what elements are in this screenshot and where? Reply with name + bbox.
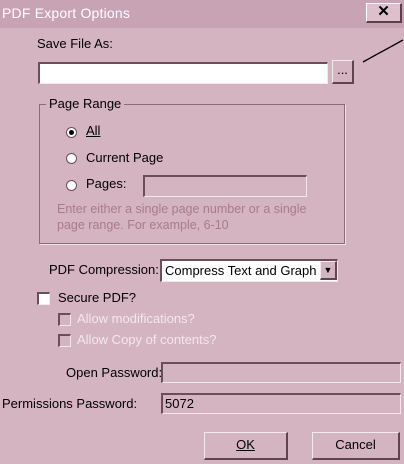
allow-copy-label: Allow Copy of contents?: [77, 332, 217, 347]
radio-all-label[interactable]: All: [86, 123, 100, 138]
permissions-password-value: 5072: [165, 396, 194, 411]
allow-copy-checkbox[interactable]: [58, 334, 71, 347]
cancel-label: Cancel: [335, 437, 376, 452]
window-title: PDF Export Options: [2, 5, 131, 21]
radio-selected-dot: [69, 130, 74, 135]
radio-all[interactable]: [66, 127, 77, 138]
cancel-button[interactable]: Cancel: [312, 432, 400, 460]
pointer-line: [362, 39, 404, 63]
dropdown-button[interactable]: ▼: [320, 261, 337, 280]
close-icon: ✕: [377, 3, 390, 20]
open-password-label: Open Password:: [66, 365, 163, 380]
allow-modifications-checkbox[interactable]: [58, 313, 71, 326]
open-password-input[interactable]: [161, 362, 401, 383]
radio-pages-label[interactable]: Pages:: [86, 176, 126, 191]
radio-current-page[interactable]: [66, 153, 77, 164]
chevron-down-icon: ▼: [323, 265, 333, 275]
page-range-title: Page Range: [46, 96, 125, 111]
allow-modifications-label: Allow modifications?: [77, 311, 195, 326]
page-range-hint: Enter either a single page number or a s…: [57, 202, 307, 232]
permissions-password-input[interactable]: 5072: [161, 393, 401, 414]
radio-current-page-label[interactable]: Current Page: [86, 150, 163, 165]
ok-button[interactable]: OK: [204, 432, 288, 460]
pages-input[interactable]: [143, 175, 307, 197]
permissions-password-label: Permissions Password:: [2, 396, 138, 411]
save-file-label: Save File As:: [37, 36, 113, 51]
secure-pdf-label[interactable]: Secure PDF?: [58, 290, 136, 305]
close-button[interactable]: ✕: [366, 3, 402, 23]
browse-button[interactable]: ...: [332, 60, 354, 84]
compression-value: Compress Text and Graph: [165, 263, 317, 278]
compression-select[interactable]: Compress Text and Graph ▼: [160, 259, 338, 282]
save-file-input[interactable]: [38, 62, 328, 84]
compression-label: PDF Compression:: [49, 262, 159, 277]
browse-label: ...: [337, 62, 348, 77]
radio-pages[interactable]: [66, 180, 77, 191]
ok-label: OK: [236, 437, 255, 452]
secure-pdf-checkbox[interactable]: [37, 292, 50, 305]
